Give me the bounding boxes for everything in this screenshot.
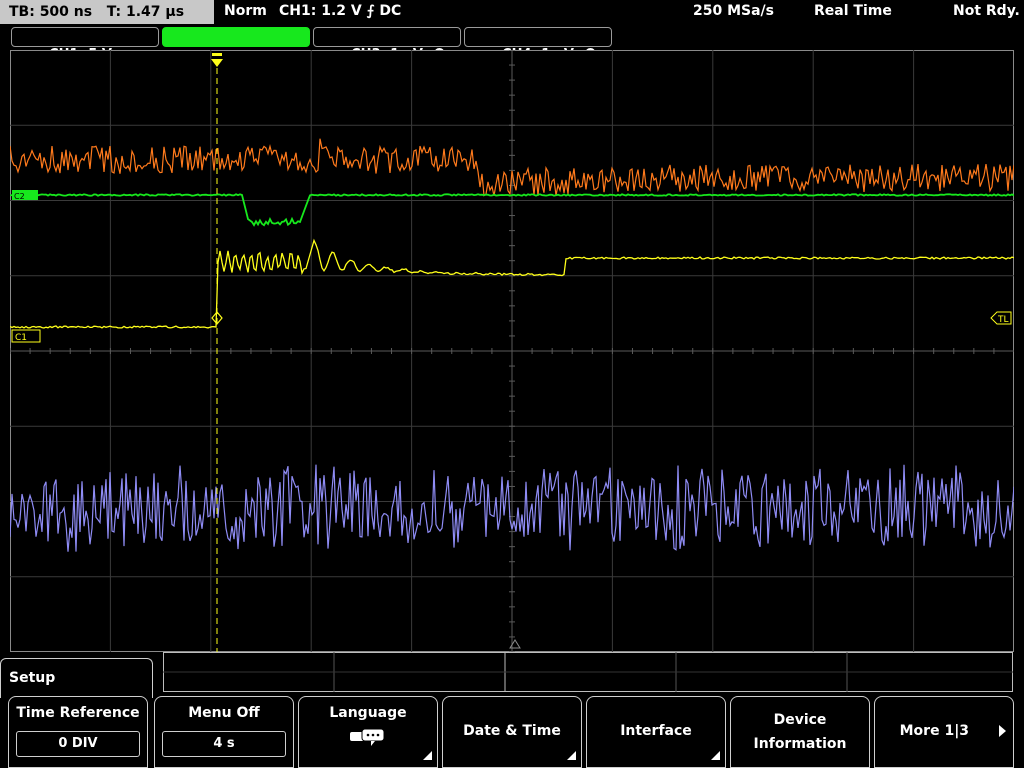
device-information-label-line1: Device (773, 712, 827, 728)
channel-tab-ch1[interactable]: CH1: 5 V≃ (11, 27, 159, 62)
submenu-indicator-icon (567, 751, 576, 760)
menu-title-tab: Setup (0, 658, 153, 698)
next-page-arrow-icon (999, 725, 1006, 737)
interface-label: Interface (620, 723, 692, 739)
menu-off-value: 4 s (162, 731, 286, 757)
acquisition-mode: Real Time (814, 3, 892, 19)
date-time-button[interactable]: Date & Time (442, 696, 582, 768)
language-label: Language (329, 705, 407, 721)
interface-button[interactable]: Interface (586, 696, 726, 768)
menu-off-label: Menu Off (188, 705, 260, 721)
timebase-value: TB: 500 ns (9, 4, 93, 20)
channel-tab-ch2[interactable]: CH2: 20 mV≅Ω (162, 27, 310, 62)
submenu-indicator-icon (711, 751, 720, 760)
ch2-ground-marker[interactable]: C2 (12, 190, 38, 201)
menu-title: Setup (9, 670, 56, 686)
device-information-label-line2: Information (753, 736, 847, 752)
softkey-separator (163, 652, 1013, 692)
channel-tab-ch3[interactable]: CH3: 1mV≅Ω (313, 27, 461, 62)
acquisition-state: Not Rdy. (953, 3, 1020, 19)
ch1-marker-label: C1 (15, 333, 27, 343)
device-information-button[interactable]: Device Information (730, 696, 870, 768)
more-button[interactable]: More 1|3 (874, 696, 1014, 768)
waveform-canvas: C1 C2 TL (10, 50, 1014, 652)
trigger-level-label: TL (997, 315, 1009, 325)
time-reference-button[interactable]: Time Reference 0 DIV (8, 696, 148, 768)
time-reference-label: Time Reference (16, 705, 140, 721)
status-bar: TB: 500 ns T: 1.47 µs Norm CH1: 1.2 V ⨍ … (0, 0, 1024, 24)
waveform-display[interactable]: C1 C2 TL (10, 50, 1014, 652)
language-button[interactable]: Language (298, 696, 438, 768)
channel-tab-ch4[interactable]: CH4: 1mV≅Ω (464, 27, 612, 62)
sample-rate: 250 MSa/s (693, 3, 775, 19)
date-time-label: Date & Time (463, 723, 561, 739)
trigger-info[interactable]: CH1: 1.2 V ⨍ DC (279, 0, 401, 24)
trigger-time-value: T: 1.47 µs (106, 4, 185, 20)
menu-off-button[interactable]: Menu Off 4 s (154, 696, 294, 768)
speech-bubbles-icon (350, 728, 385, 746)
timebase-readout[interactable]: TB: 500 ns T: 1.47 µs (0, 0, 214, 24)
channel-tabs: CH1: 5 V≃ CH2: 20 mV≅Ω CH3: 1mV≅Ω CH4: 1… (0, 24, 1024, 62)
ch2-marker-label: C2 (14, 192, 25, 201)
ch1-ground-marker[interactable]: C1 (11, 329, 41, 343)
time-reference-value: 0 DIV (16, 731, 140, 757)
submenu-indicator-icon (423, 751, 432, 760)
trigger-mode[interactable]: Norm (224, 0, 267, 24)
more-label: More 1|3 (899, 723, 970, 739)
